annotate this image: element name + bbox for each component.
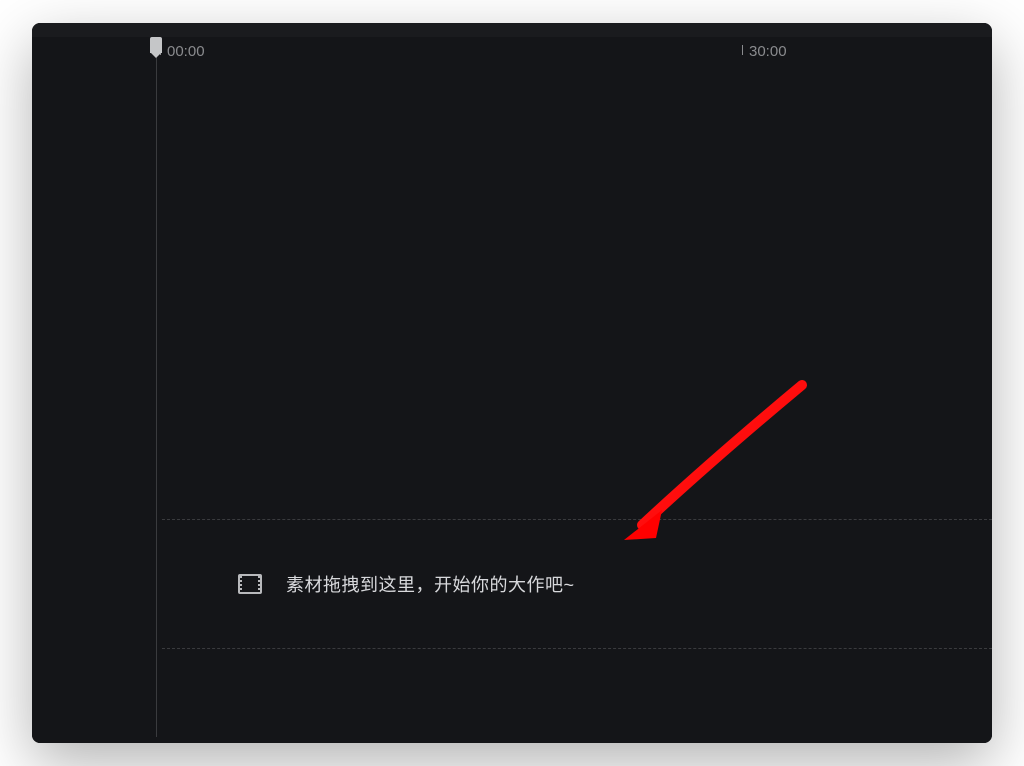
time-label: 30:00 xyxy=(749,43,787,60)
media-drop-zone[interactable]: 素材拖拽到这里，开始你的大作吧~ xyxy=(162,519,992,649)
time-label: 00:00 xyxy=(167,43,205,60)
video-editor-timeline: 00:00 30:00 素材拖拽到这里，开始你的大作吧~ xyxy=(32,23,992,743)
film-icon xyxy=(238,574,262,594)
window-titlebar xyxy=(32,23,992,37)
playhead-handle[interactable] xyxy=(150,37,164,57)
time-marker: 00:00 xyxy=(160,37,205,65)
drop-hint-text: 素材拖拽到这里，开始你的大作吧~ xyxy=(286,571,575,597)
time-marker: 30:00 xyxy=(742,37,787,65)
timeline-tracks-area[interactable]: 素材拖拽到这里，开始你的大作吧~ xyxy=(32,65,992,743)
playhead-line xyxy=(156,57,157,737)
timeline-ruler[interactable]: 00:00 30:00 xyxy=(32,37,992,65)
